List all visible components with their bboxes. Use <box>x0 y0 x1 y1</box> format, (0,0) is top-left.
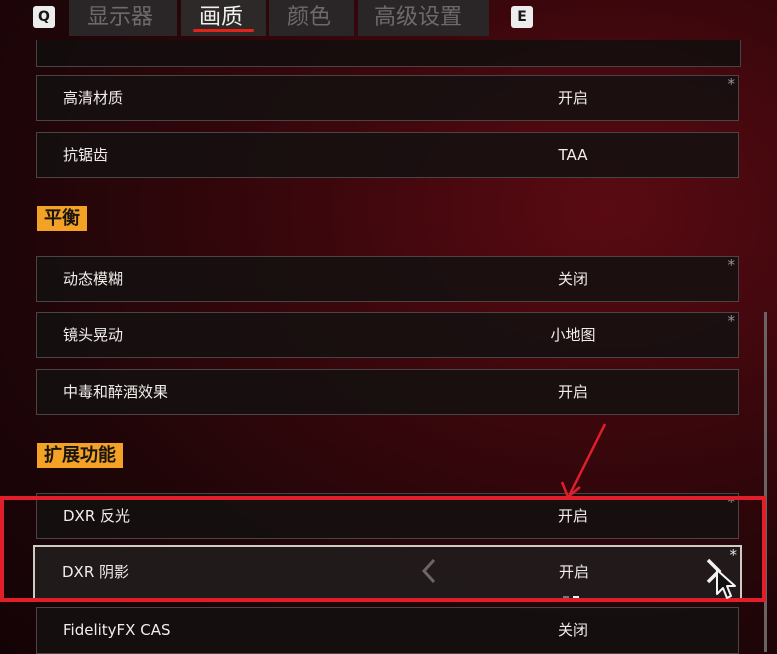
annotation-arrow-icon <box>560 423 607 500</box>
mouse-cursor-icon <box>716 569 736 599</box>
